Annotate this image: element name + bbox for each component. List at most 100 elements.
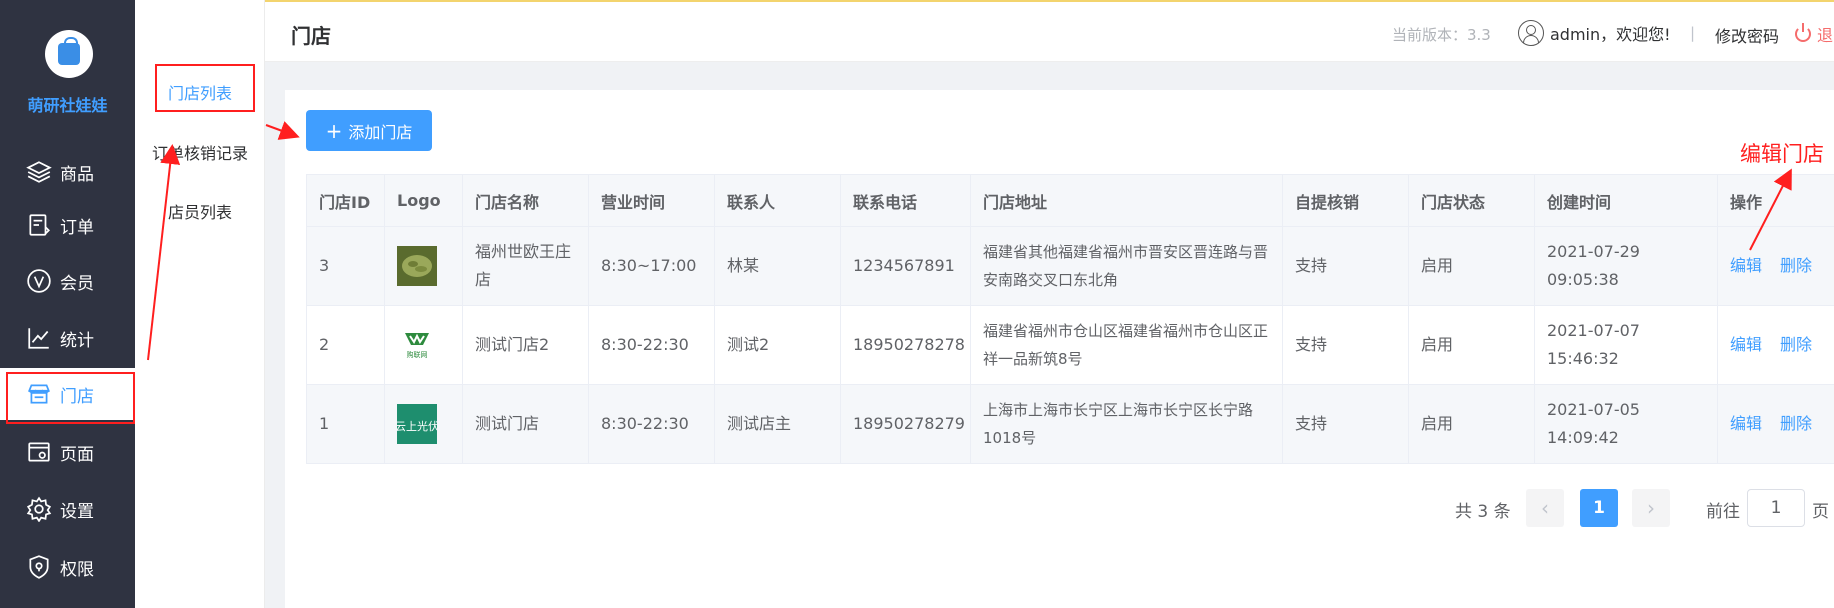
annotation-label: 编辑门店 bbox=[1740, 142, 1824, 166]
svg-text:云上光伏: 云上光伏 bbox=[397, 419, 437, 433]
delete-link[interactable]: 删除 bbox=[1780, 256, 1812, 275]
chart-line-icon bbox=[26, 325, 52, 351]
col-header: 门店名称 bbox=[462, 174, 589, 227]
table-row: 2 购联网 测试门店2 8:30-22:30 测试2 18950278278 福… bbox=[306, 305, 1834, 385]
add-store-label: 添加门店 bbox=[348, 122, 413, 142]
sidebar-item-settings[interactable]: 设置 bbox=[0, 483, 135, 535]
cell-created: 2021-07-07 15:46:32 bbox=[1534, 305, 1718, 385]
pagination-goto-suffix: 页 bbox=[1812, 502, 1829, 522]
layers-icon bbox=[26, 159, 52, 185]
add-store-button[interactable]: + 添加门店 bbox=[306, 110, 432, 151]
logout-button[interactable]: 退 bbox=[1795, 22, 1833, 46]
cell-created: 2021-07-05 14:09:42 bbox=[1534, 384, 1718, 464]
table-row: 1 云上光伏 测试门店 8:30-22:30 测试店主 18950278279 … bbox=[306, 384, 1834, 464]
cell-address: 福建省其他福建省福州市晋安区晋连路与晋安南路交叉口东北角 bbox=[970, 226, 1283, 306]
sidebar-item-goods[interactable]: 商品 bbox=[0, 146, 135, 198]
brand-logo bbox=[45, 30, 93, 78]
col-header: Logo bbox=[384, 174, 463, 227]
store-table: 门店ID Logo 门店名称 营业时间 联系人 联系电话 门店地址 自提核销 门… bbox=[306, 174, 1834, 464]
top-header: 门店 当前版本：3.3 admin，欢迎您! | 修改密码 退 bbox=[265, 0, 1834, 62]
annotation-box-subnav bbox=[155, 64, 255, 112]
shield-icon bbox=[26, 554, 52, 580]
cell-created: 2021-07-29 09:05:38 bbox=[1534, 226, 1718, 306]
cell-name: 福州世欧王庄店 bbox=[462, 226, 589, 306]
cell-id: 1 bbox=[306, 384, 385, 464]
sidebar-item-stats[interactable]: 统计 bbox=[0, 312, 135, 364]
logout-label: 退 bbox=[1817, 26, 1834, 45]
brand: 萌研社娃娃 bbox=[0, 0, 135, 125]
user-menu[interactable]: admin，欢迎您! bbox=[1518, 20, 1671, 46]
cell-address: 上海市上海市长宁区上海市长宁区长宁路1018号 bbox=[970, 384, 1283, 464]
svg-text:购联网: 购联网 bbox=[407, 350, 428, 359]
sidebar-item-permissions[interactable]: 权限 bbox=[0, 541, 135, 593]
cell-status: 启用 bbox=[1408, 384, 1535, 464]
annotation-box-sidebar bbox=[6, 372, 135, 424]
col-header: 门店ID bbox=[306, 174, 385, 227]
user-greeting: admin，欢迎您! bbox=[1550, 25, 1671, 44]
user-icon bbox=[1518, 20, 1544, 46]
cell-hours: 8:30-22:30 bbox=[588, 384, 715, 464]
plus-icon: + bbox=[325, 118, 343, 143]
sidebar-item-label: 订单 bbox=[60, 217, 94, 238]
main-sidebar: 萌研社娃娃 商品 订单 会员 统计 门店 页面 设置 权限 bbox=[0, 0, 135, 608]
cell-status: 启用 bbox=[1408, 226, 1535, 306]
col-header: 门店地址 bbox=[970, 174, 1283, 227]
subnav-item-verify-records[interactable]: 订单核销记录 bbox=[152, 140, 248, 164]
sidebar-item-label: 会员 bbox=[60, 273, 94, 294]
cell-phone: 18950278278 bbox=[840, 305, 971, 385]
pagination-next-button[interactable]: › bbox=[1632, 489, 1670, 527]
edit-link[interactable]: 编辑 bbox=[1730, 335, 1762, 354]
cell-name: 测试门店 bbox=[462, 384, 589, 464]
cell-logo bbox=[384, 226, 463, 306]
edit-link[interactable]: 编辑 bbox=[1730, 256, 1762, 275]
sidebar-item-label: 设置 bbox=[60, 501, 94, 522]
cell-logo: 购联网 bbox=[384, 305, 463, 385]
vip-icon bbox=[26, 268, 52, 294]
power-icon bbox=[1795, 23, 1811, 42]
page-window-icon bbox=[26, 439, 52, 465]
cell-contact: 林某 bbox=[714, 226, 841, 306]
col-header: 操作 bbox=[1717, 174, 1834, 227]
cell-address: 福建省福州市仓山区福建省福州市仓山区正祥一品新筑8号 bbox=[970, 305, 1283, 385]
cell-contact: 测试2 bbox=[714, 305, 841, 385]
cell-actions: 编辑 删除 bbox=[1717, 226, 1834, 306]
brand-name: 萌研社娃娃 bbox=[27, 96, 108, 115]
cell-logo: 云上光伏 bbox=[384, 384, 463, 464]
sidebar-item-label: 商品 bbox=[60, 164, 94, 185]
cell-pickup: 支持 bbox=[1282, 305, 1409, 385]
subnav-item-staff-list[interactable]: 店员列表 bbox=[168, 199, 232, 223]
pagination-goto-label: 前往 bbox=[1706, 502, 1740, 522]
sidebar-item-label: 统计 bbox=[60, 330, 94, 351]
version-label: 当前版本：3.3 bbox=[1392, 26, 1491, 44]
col-header: 门店状态 bbox=[1408, 174, 1535, 227]
cell-actions: 编辑 删除 bbox=[1717, 305, 1834, 385]
table-header-row: 门店ID Logo 门店名称 营业时间 联系人 联系电话 门店地址 自提核销 门… bbox=[306, 174, 1834, 227]
tea-leaves-logo bbox=[397, 246, 437, 286]
cell-id: 3 bbox=[306, 226, 385, 306]
col-header: 联系人 bbox=[714, 174, 841, 227]
cell-pickup: 支持 bbox=[1282, 384, 1409, 464]
gouliangwang-logo: 购联网 bbox=[397, 325, 437, 365]
cell-id: 2 bbox=[306, 305, 385, 385]
sidebar-item-label: 权限 bbox=[60, 559, 94, 580]
cell-contact: 测试店主 bbox=[714, 384, 841, 464]
sidebar-item-members[interactable]: 会员 bbox=[0, 255, 135, 307]
change-password-link[interactable]: 修改密码 bbox=[1715, 23, 1779, 47]
page-title: 门店 bbox=[291, 24, 331, 48]
pagination-goto-input[interactable] bbox=[1747, 489, 1805, 527]
cell-status: 启用 bbox=[1408, 305, 1535, 385]
table-row: 3 福州世欧王庄店 8:30~17:00 林某 1234567891 福建省其他… bbox=[306, 226, 1834, 306]
gear-icon bbox=[26, 496, 52, 522]
cell-name: 测试门店2 bbox=[462, 305, 589, 385]
sidebar-item-orders[interactable]: 订单 bbox=[0, 199, 135, 251]
pagination-page-1[interactable]: 1 bbox=[1580, 489, 1618, 527]
delete-link[interactable]: 删除 bbox=[1780, 414, 1812, 433]
sidebar-item-pages[interactable]: 页面 bbox=[0, 426, 135, 478]
shopping-bag-icon bbox=[58, 37, 80, 65]
edit-link[interactable]: 编辑 bbox=[1730, 414, 1762, 433]
col-header: 创建时间 bbox=[1534, 174, 1718, 227]
pagination-prev-button[interactable]: ‹ bbox=[1526, 489, 1564, 527]
yunshang-guangfu-logo: 云上光伏 bbox=[397, 404, 437, 444]
delete-link[interactable]: 删除 bbox=[1780, 335, 1812, 354]
pagination-total: 共 3 条 bbox=[1455, 502, 1511, 522]
